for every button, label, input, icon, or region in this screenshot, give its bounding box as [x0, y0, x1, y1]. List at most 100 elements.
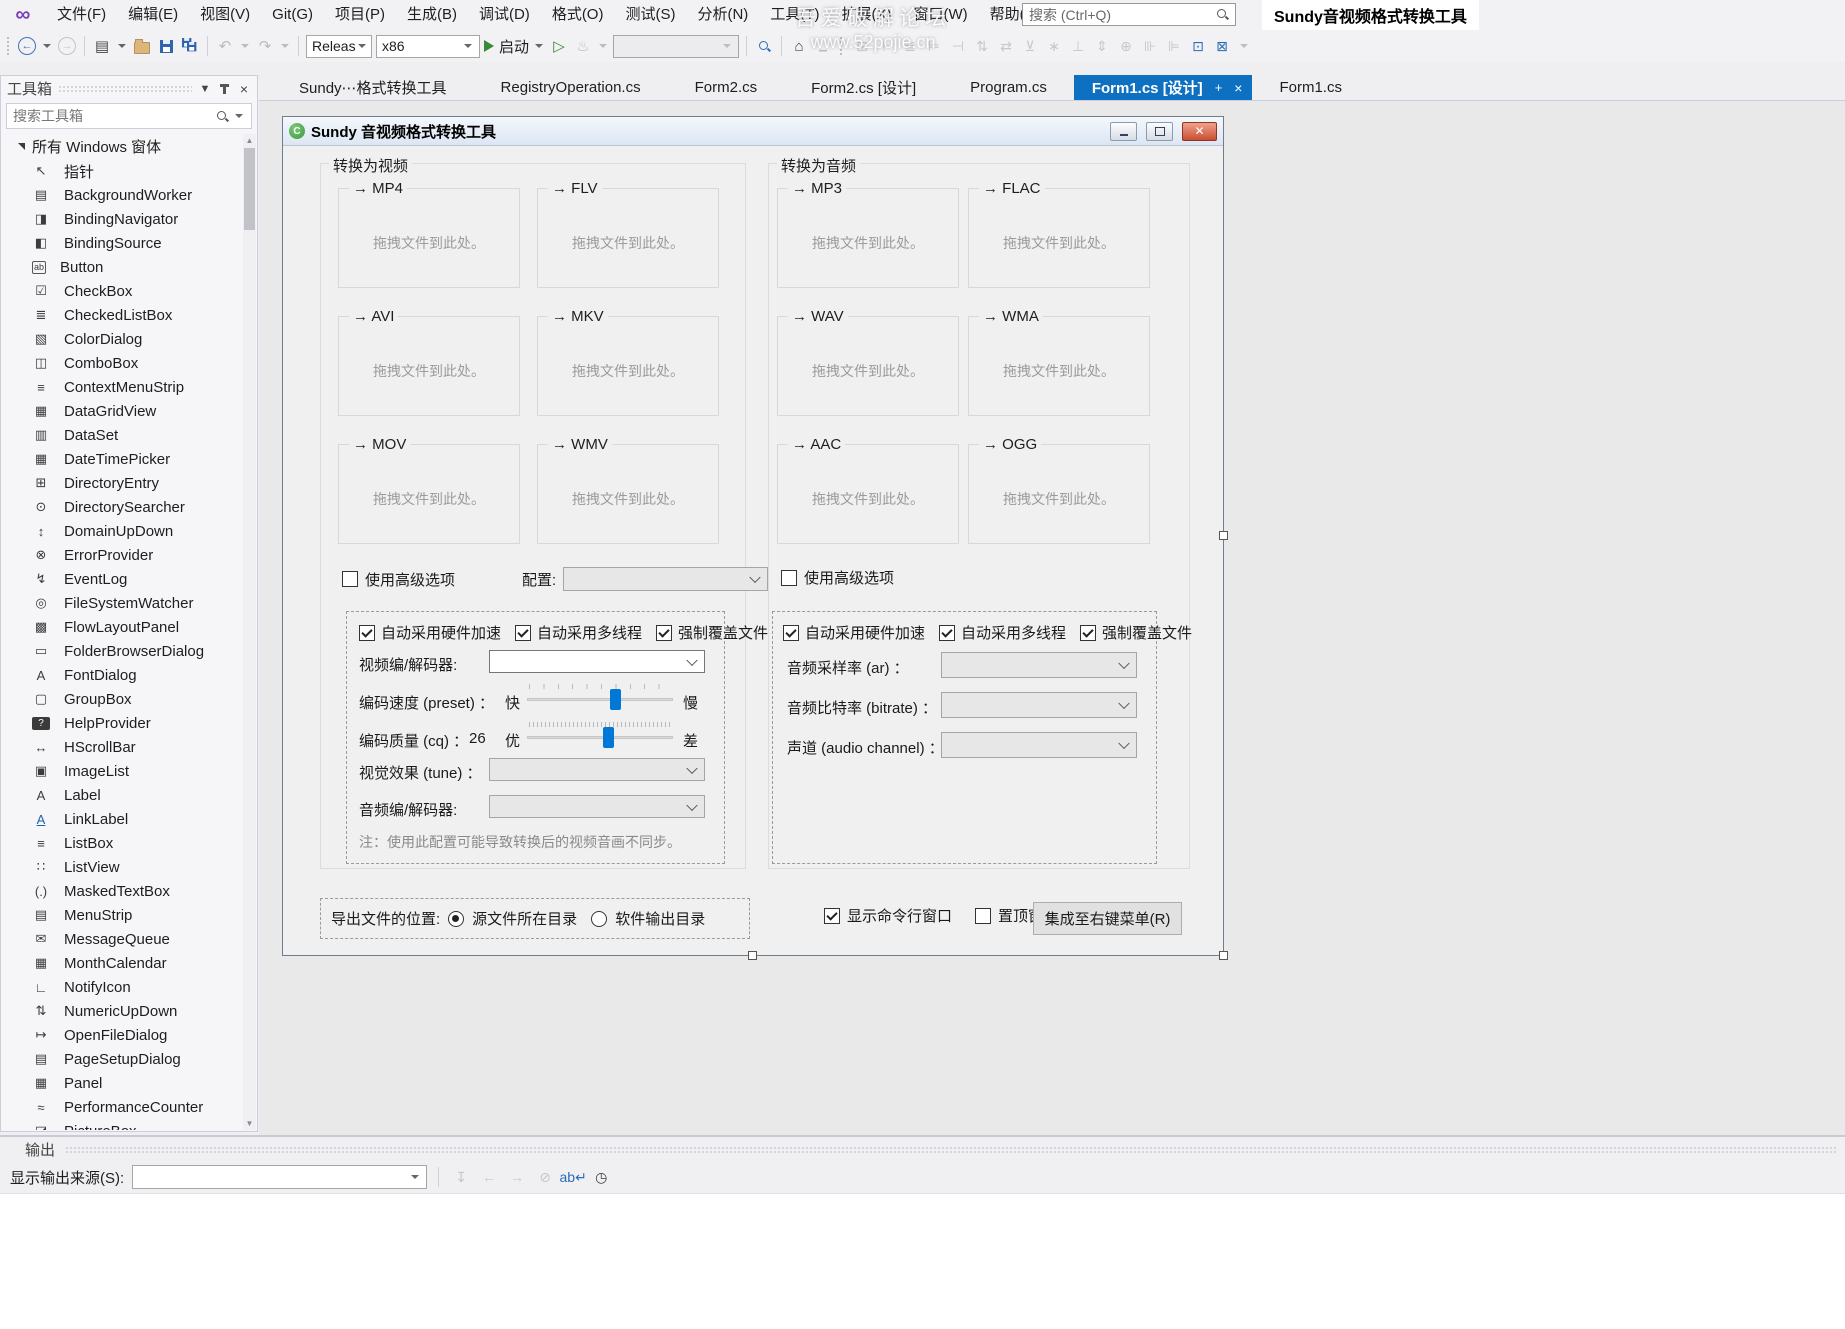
topmost-checkbox[interactable]	[975, 908, 991, 924]
toolbox-item[interactable]: ◎ FileSystemWatcher	[2, 591, 243, 615]
hw-accel-checkbox[interactable]	[359, 625, 375, 641]
toolbox-item[interactable]: ◧ BindingSource	[2, 231, 243, 255]
clock-icon[interactable]: ◷	[590, 1166, 612, 1188]
sample-rate-combo[interactable]	[941, 652, 1137, 678]
toolbox-item[interactable]: ⊞ DirectoryEntry	[2, 471, 243, 495]
tune-combo[interactable]	[489, 758, 705, 781]
toolbox-item[interactable]: ⊗ ErrorProvider	[2, 543, 243, 567]
audio-codec-combo[interactable]	[489, 795, 705, 818]
toolbox-item[interactable]: ↦ OpenFileDialog	[2, 1023, 243, 1047]
align-centers-icon[interactable]: ⊨	[922, 34, 946, 58]
scrollbar-thumb[interactable]	[244, 148, 255, 230]
show-cmd-checkbox[interactable]	[824, 908, 840, 924]
toolbar-overflow-icon[interactable]	[1240, 44, 1248, 48]
undo-icon[interactable]: ↶	[215, 34, 235, 58]
navigate-forward-icon[interactable]: →	[57, 34, 77, 58]
toolbox-item[interactable]: A LinkLabel	[2, 807, 243, 831]
search-icon[interactable]	[1216, 8, 1229, 21]
toolbox-item[interactable]: ∟ NotifyIcon	[2, 975, 243, 999]
drop-zone[interactable]: → AVI 拖拽文件到此处。	[338, 316, 520, 416]
make-same-size-icon[interactable]: ∗	[1042, 34, 1066, 58]
toolbar-grip[interactable]	[6, 36, 11, 56]
debug-target-combo[interactable]	[613, 35, 739, 58]
clear-all-icon[interactable]: ⊘	[534, 1166, 556, 1188]
tab-form1-design-active[interactable]: Form1.cs [设计] + ×	[1074, 75, 1253, 100]
scroll-down-icon[interactable]: ▼	[243, 1117, 256, 1130]
show-grid-icon[interactable]: ⊞	[850, 34, 874, 58]
align-lefts-icon[interactable]: ≣	[898, 34, 922, 58]
hw-accel-checkbox[interactable]	[783, 625, 799, 641]
toolbox-item[interactable]: A Label	[2, 783, 243, 807]
toolbox-item[interactable]: ▦ MonthCalendar	[2, 951, 243, 975]
menu-item[interactable]: Git(G)	[261, 0, 324, 30]
maximize-button[interactable]	[1146, 122, 1173, 141]
menu-item[interactable]: 编辑(E)	[117, 0, 189, 30]
toolbox-scrollbar[interactable]: ▲ ▼	[243, 134, 256, 1130]
drop-zone[interactable]: → MOV 拖拽文件到此处。	[338, 444, 520, 544]
toolbox-item[interactable]: ▢ GroupBox	[2, 687, 243, 711]
menu-item[interactable]: 工具(T)	[759, 0, 830, 30]
toolbox-item[interactable]: ▥ DataSet	[2, 423, 243, 447]
toolbox-item[interactable]: ? HelpProvider	[2, 711, 243, 735]
source-dir-radio[interactable]	[448, 911, 464, 927]
align-rights-icon[interactable]: ⊣	[946, 34, 970, 58]
tab-registryoperation[interactable]: RegistryOperation.cs	[474, 75, 668, 100]
redo-dropdown-icon[interactable]	[281, 44, 289, 48]
menu-item[interactable]: 扩展(X)	[830, 0, 902, 30]
cq-slider[interactable]	[527, 726, 673, 748]
toolbox-item[interactable]: ▭ FolderBrowserDialog	[2, 639, 243, 663]
toolbox-item[interactable]: ⇅ NumericUpDown	[2, 999, 243, 1023]
hot-reload-icon[interactable]: ♨	[573, 34, 593, 58]
close-icon[interactable]: ×	[237, 81, 251, 97]
toolbox-item[interactable]: ▧ ColorDialog	[2, 327, 243, 351]
close-button[interactable]: ✕	[1182, 122, 1217, 141]
resize-handle-corner[interactable]	[1219, 951, 1228, 960]
resize-handle-right[interactable]	[1219, 531, 1228, 540]
tab-form2-cs[interactable]: Form2.cs	[668, 75, 785, 100]
bitrate-combo[interactable]	[941, 692, 1137, 718]
zoom-icon[interactable]: ⊕	[1114, 34, 1138, 58]
solution-configuration-combo[interactable]: Releas	[306, 35, 372, 58]
menu-item[interactable]: 测试(S)	[614, 0, 686, 30]
solution-platform-combo[interactable]: x86	[376, 35, 480, 58]
use-advanced-checkbox[interactable]	[342, 571, 358, 587]
toolbox-item[interactable]: ≡ ListBox	[2, 831, 243, 855]
toolbox-item[interactable]: ≡ ContextMenuStrip	[2, 375, 243, 399]
output-dir-radio[interactable]	[591, 911, 607, 927]
align-bottoms-icon[interactable]: ⊻	[1018, 34, 1042, 58]
drop-zone[interactable]: → MP4 拖拽文件到此处。	[338, 188, 520, 288]
drop-zone[interactable]: → WMV 拖拽文件到此处。	[537, 444, 719, 544]
toolbox-item[interactable]: ∷ ListView	[2, 855, 243, 879]
start-without-debug-icon[interactable]: ▷	[549, 34, 569, 58]
menu-item[interactable]: 项目(P)	[324, 0, 396, 30]
menu-item[interactable]: 视图(V)	[189, 0, 261, 30]
drop-zone[interactable]: → MKV 拖拽文件到此处。	[537, 316, 719, 416]
new-file-dropdown-icon[interactable]	[118, 44, 126, 48]
slider-thumb[interactable]	[610, 689, 621, 710]
toolbox-item[interactable]: ↔ HScrollBar	[2, 735, 243, 759]
tab-sundy-tool[interactable]: Sundy⋯格式转换工具	[272, 75, 474, 100]
save-icon[interactable]	[156, 34, 176, 58]
toolbox-drag-texture[interactable]	[58, 85, 192, 93]
toolbox-item[interactable]: (.) MaskedTextBox	[2, 879, 243, 903]
new-file-icon[interactable]: ▤	[92, 34, 112, 58]
tab-program-cs[interactable]: Program.cs	[943, 75, 1074, 100]
chevron-down-icon[interactable]	[235, 114, 243, 118]
align-tops-icon[interactable]: ⇅	[970, 34, 994, 58]
output-source-combo[interactable]	[132, 1165, 427, 1189]
resize-icon[interactable]: ⇕	[1090, 34, 1114, 58]
tab-form2-design[interactable]: Form2.cs [设计]	[784, 75, 943, 100]
resize-handle-bottom[interactable]	[748, 951, 757, 960]
drop-zone[interactable]: → WMA 拖拽文件到此处。	[968, 316, 1150, 416]
toolbox-item[interactable]: ab Button	[2, 255, 243, 279]
overwrite-checkbox[interactable]	[1080, 625, 1096, 641]
toolbox-item[interactable]: ≣ CheckedListBox	[2, 303, 243, 327]
find-in-files-icon[interactable]	[754, 34, 774, 58]
toolbox-item[interactable]: ▤ PageSetupDialog	[2, 1047, 243, 1071]
toolbox-search-box[interactable]: 搜索工具箱	[6, 103, 252, 129]
menu-item[interactable]: 窗口(W)	[902, 0, 978, 30]
toolbox-item[interactable]: ▦ DateTimePicker	[2, 447, 243, 471]
drop-zone[interactable]: → WAV 拖拽文件到此处。	[777, 316, 959, 416]
menu-item[interactable]: 分析(N)	[686, 0, 759, 30]
preset-slider[interactable]	[527, 688, 673, 710]
